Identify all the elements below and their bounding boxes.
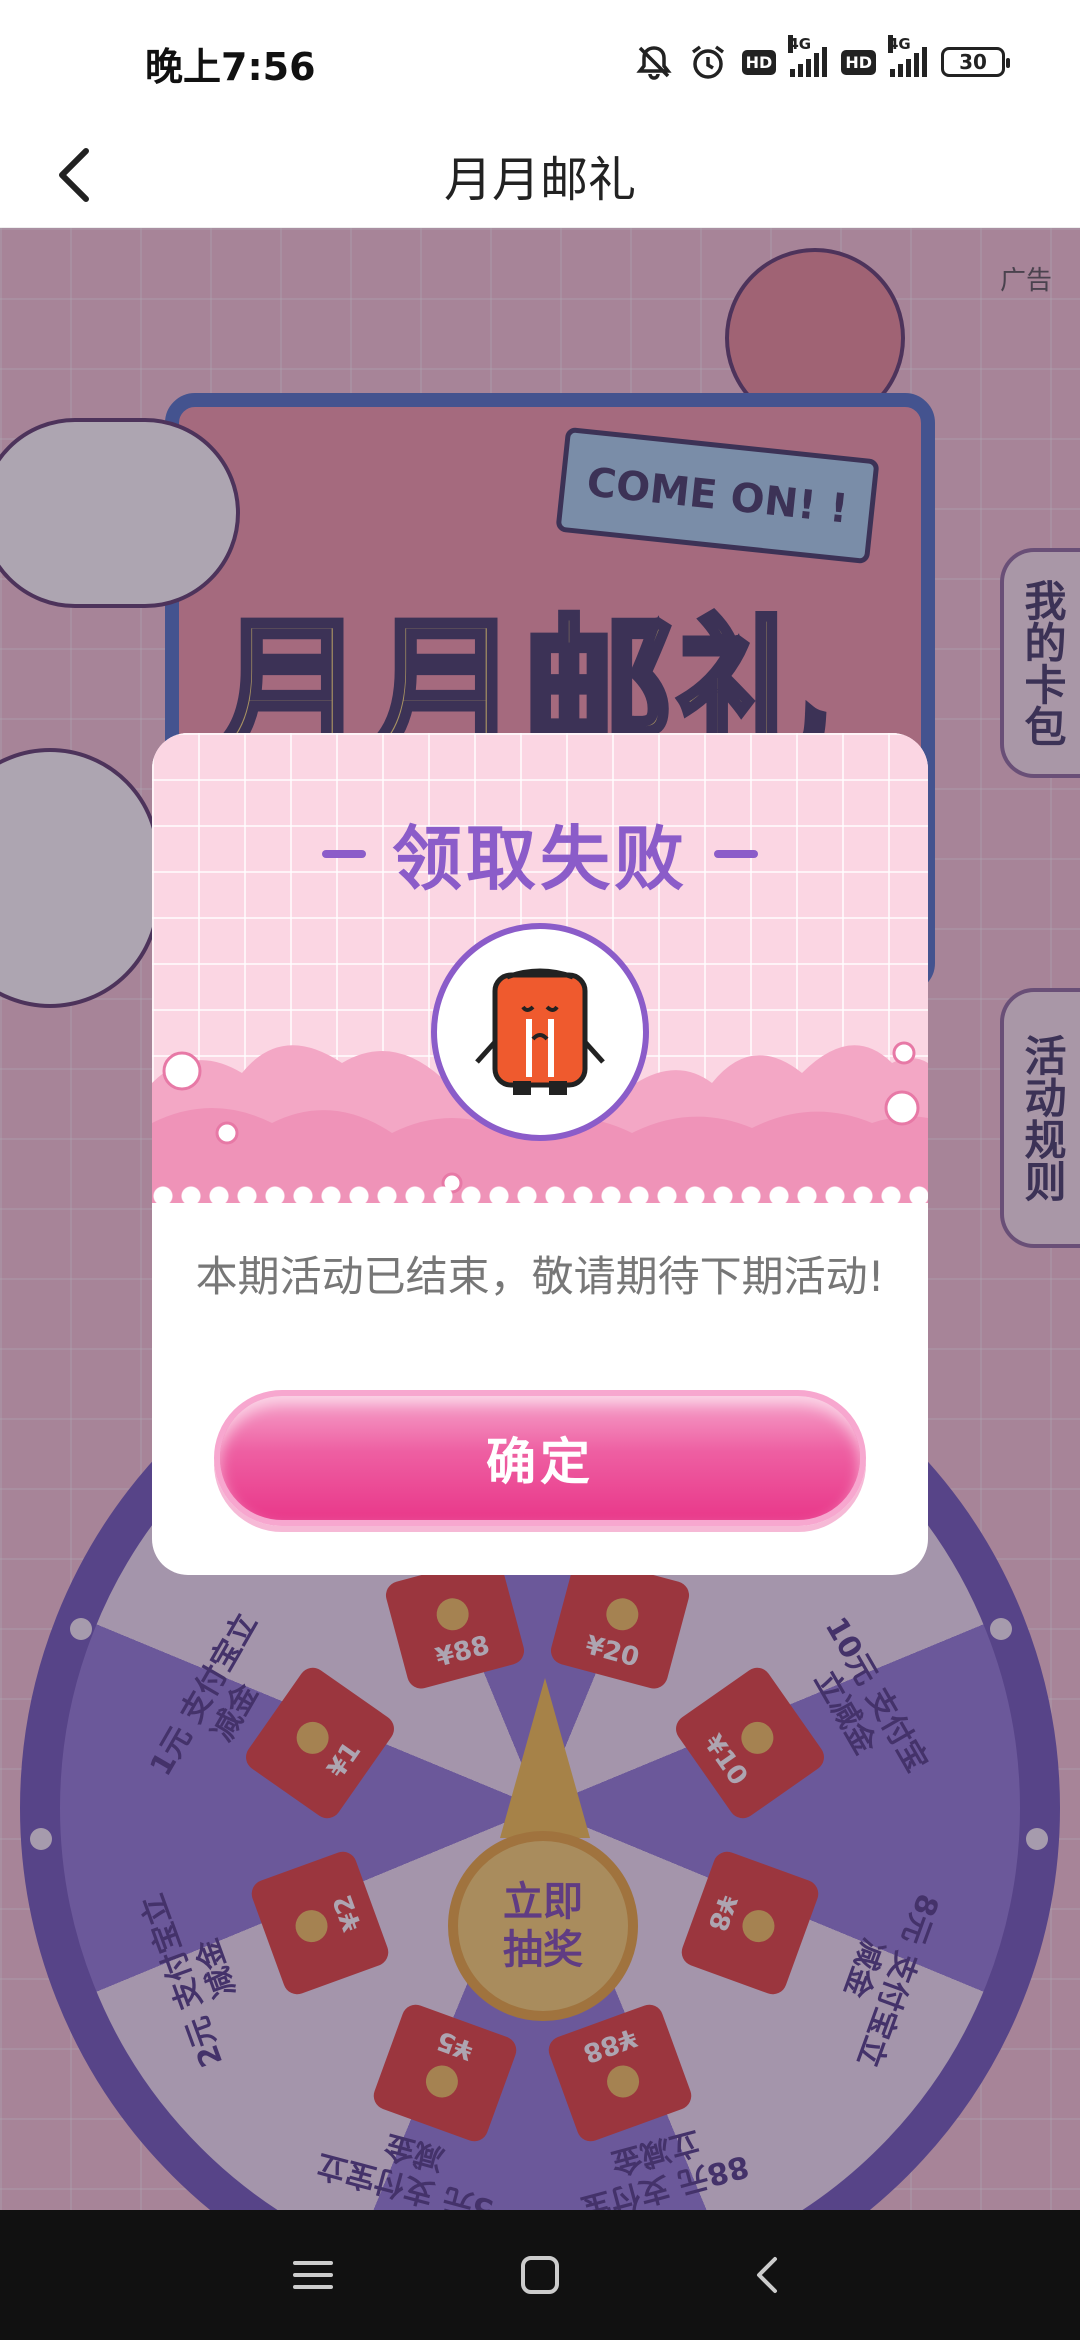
title-dash-left [322,849,366,858]
alarm-clock-icon [688,42,728,82]
status-bar: 晚上7:56 HD 4G HD 4G 30 [0,0,1080,120]
status-time: 晚上7:56 [145,45,316,89]
system-nav-bar [0,2210,1080,2340]
confirm-button[interactable]: 确定 [214,1390,866,1526]
hd-badge-2: HD [841,49,876,75]
sad-mascot-icon [431,923,649,1141]
dialog-message: 本期活动已结束，敬请期待下期活动! [195,1252,885,1301]
signal-icon-2: 4G [888,35,927,77]
menu-icon[interactable] [273,2235,353,2315]
mute-bell-icon [634,42,674,82]
dialog-title-text: 领取失败 [392,818,688,900]
home-square-icon[interactable] [500,2235,580,2315]
signal-icon: 4G [788,35,828,77]
hd-badge: HD [741,49,777,75]
back-triangle-icon[interactable] [727,2235,807,2315]
dialog-title: 领取失败 [152,803,928,904]
battery-icon: 30 [941,47,1010,77]
claim-failed-dialog: 领取失败 本期活动已结束，敬请期待下期活动! 确定 [152,733,928,1575]
title-dash-right [714,849,758,858]
scallop-edge [152,1185,928,1207]
app-header: 月月邮礼 [0,120,1080,228]
page-title: 月月邮礼 [443,152,636,208]
status-icons: HD 4G HD 4G 30 [634,35,1010,84]
